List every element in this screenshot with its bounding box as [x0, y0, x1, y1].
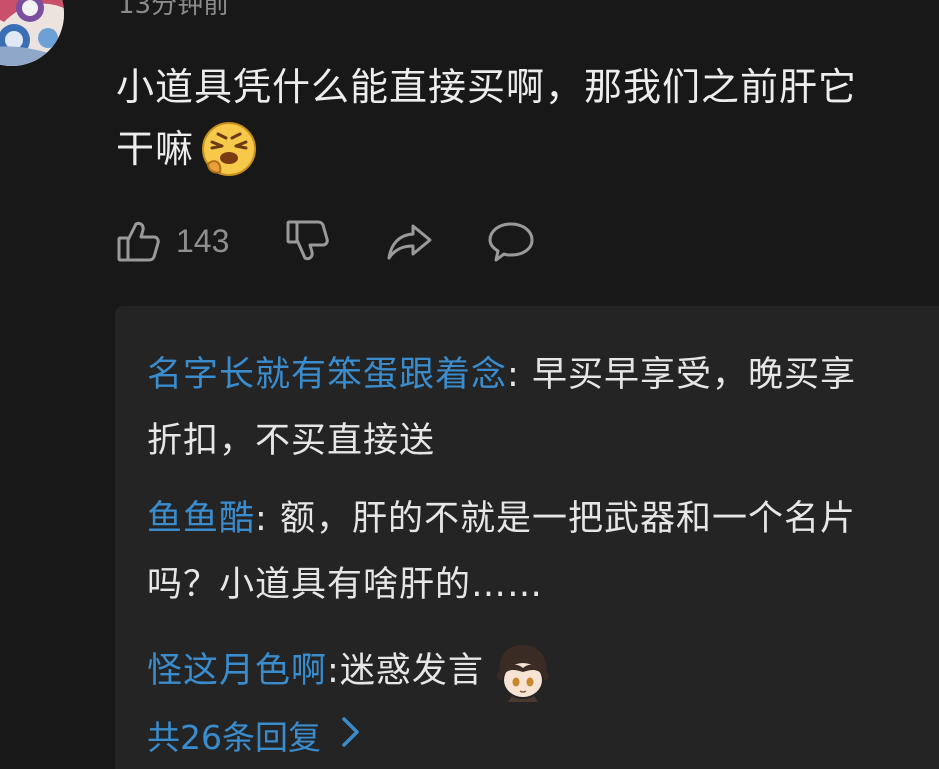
comment-thread: 13分钟前 小道具凭什么能直接买啊，那我们之前肝它 干嘛 143 名字长就有笨蛋… — [0, 0, 939, 769]
avatar-image-icon — [0, 0, 64, 66]
reply-row: 怪这月色啊: 迷惑发言 — [147, 638, 887, 704]
comment-text-line-2: 干嘛 — [116, 127, 195, 171]
thumbs-down-icon — [285, 218, 331, 264]
reply-item[interactable]: 怪这月色啊: 迷惑发言 — [147, 638, 887, 704]
more-replies-label: 共26条回复 — [147, 718, 321, 757]
reply-author-link[interactable]: 名字长就有笨蛋跟着念 — [147, 355, 507, 395]
thumbs-up-icon — [116, 218, 162, 264]
reply-text: 迷惑发言 — [339, 651, 484, 691]
avatar[interactable] — [0, 0, 64, 66]
comment-actions: 143 — [116, 216, 535, 266]
comment-text-line-1: 小道具凭什么能直接买啊，那我们之前肝它 — [116, 65, 858, 109]
reply-author-link[interactable]: 鱼鱼酷 — [147, 499, 255, 539]
reply-author-link[interactable]: 怪这月色啊 — [147, 638, 327, 704]
like-button[interactable]: 143 — [116, 218, 229, 264]
reply-item[interactable]: 鱼鱼酷: 额，肝的不就是一把武器和一个名片吗？小道具有啥肝的…… — [147, 486, 887, 618]
replies-panel: 名字长就有笨蛋跟着念: 早买早享受，晚买享折扣，不买直接送 鱼鱼酷: 额，肝的不… — [115, 306, 939, 769]
reply-button[interactable] — [487, 218, 535, 264]
dislike-button[interactable] — [285, 218, 331, 264]
view-more-replies-link[interactable]: 共26条回复 — [147, 708, 361, 768]
comment-text-line-2-row: 干嘛 — [116, 118, 939, 180]
reply-item[interactable]: 名字长就有笨蛋跟着念: 早买早享受，晚买享折扣，不买直接送 — [147, 342, 887, 474]
share-arrow-icon — [385, 218, 433, 264]
speech-bubble-icon — [487, 218, 535, 264]
reply-separator: : — [507, 355, 532, 395]
like-count: 143 — [176, 222, 230, 259]
scrunched-face-emoji-icon — [200, 120, 258, 178]
chibi-character-sticker-icon — [492, 640, 554, 702]
comment-timestamp: 13分钟前 — [118, 0, 230, 20]
chevron-right-icon — [321, 708, 361, 768]
share-button[interactable] — [385, 218, 433, 264]
reply-separator: : — [327, 651, 340, 691]
comment-body: 小道具凭什么能直接买啊，那我们之前肝它 干嘛 — [116, 56, 939, 180]
reply-separator: : — [255, 499, 280, 539]
